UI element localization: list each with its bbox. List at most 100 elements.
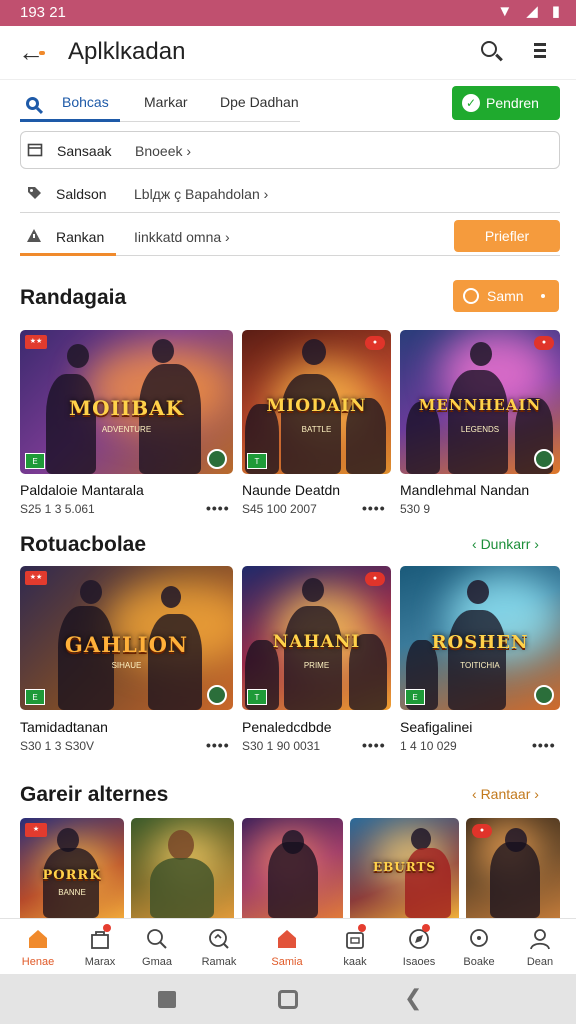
filter-row-saldson[interactable]: Saldson Lblдж ç Bapahdolan ›	[20, 175, 560, 213]
filter-value: Lblдж ç Bapahdolan ›	[134, 186, 269, 202]
see-all-link[interactable]: ‹ Dunkarr ›	[472, 536, 539, 552]
publisher-icon	[534, 685, 554, 705]
game-tile-image[interactable]: ●	[466, 818, 560, 918]
nav-item-henae[interactable]: Henae	[7, 919, 69, 975]
see-all-label: Rantaar	[480, 786, 531, 802]
home-button[interactable]	[278, 990, 298, 1009]
search-icon	[145, 927, 169, 951]
filter-value: Iinkkatd omna ›	[134, 229, 230, 245]
rating-badge: E	[25, 689, 45, 705]
game-tile-image[interactable]	[242, 818, 343, 918]
ribbon-badge: ★★	[25, 571, 47, 585]
more-options-button[interactable]: ••••	[532, 737, 556, 753]
nav-item-dean[interactable]: Dean	[509, 919, 571, 975]
game-meta: S25 1 3 5.061	[20, 502, 95, 516]
more-options-button[interactable]: ••••	[206, 737, 230, 753]
nav-label: Henae	[21, 956, 55, 968]
game-logo-subtext: SIHAUE	[111, 661, 142, 671]
ribbon-badge: ★★	[25, 335, 47, 349]
hot-badge: ●	[534, 336, 554, 350]
system-navigation-bar: ❮	[0, 974, 576, 1024]
chevron-left-icon: ‹	[472, 786, 477, 802]
search-button[interactable]	[478, 38, 506, 66]
more-menu-button[interactable]	[534, 40, 554, 62]
game-card-image[interactable]: GAHLION SIHAUE ★★ E	[20, 566, 233, 710]
rating-badge: T	[247, 689, 267, 705]
tab-dpe-dadhan[interactable]: Dpe Dadhan	[220, 92, 299, 122]
battery-icon: ▮	[551, 3, 560, 20]
status-icons: ▼ ◢ ▮	[497, 3, 560, 21]
alert-icon	[26, 228, 42, 244]
back-button[interactable]: ←	[18, 36, 54, 70]
filter-row-rankan[interactable]: Rankan Iinkkatd omna › Priefler	[20, 218, 560, 256]
game-logo-text: EBURTS	[372, 860, 437, 874]
nav-item-isaoes[interactable]: Isaoes	[388, 919, 450, 975]
publisher-icon	[207, 449, 227, 469]
game-logo-subtext: PRIME	[303, 661, 330, 671]
hot-badge: ●	[472, 824, 492, 838]
game-tile-image[interactable]: PORRK BANNE ★	[20, 818, 124, 918]
status-bar: 193 21 ▼ ◢ ▮	[0, 0, 576, 26]
nav-item-marax[interactable]: Marax	[69, 919, 131, 975]
game-logo-text: GAHLION	[64, 632, 189, 658]
nav-label: Dean	[526, 956, 554, 968]
game-title[interactable]: Naunde Deatdn	[242, 482, 340, 498]
section-title-randagaia: Randagaia	[20, 286, 127, 309]
nav-label: Boake	[463, 956, 495, 968]
tab-bohcas[interactable]: Bohcas	[20, 92, 120, 122]
more-options-button[interactable]: ••••	[362, 500, 386, 516]
game-tile-image[interactable]: EBURTS	[350, 818, 459, 918]
game-card-image[interactable]: ROSHEN TOITICHIA E	[400, 566, 560, 710]
filter-value: Bnoeek ›	[135, 143, 192, 159]
game-logo-subtext: BATTLE	[301, 425, 332, 435]
game-logo-text: MENNHEAIN	[418, 396, 542, 415]
game-title[interactable]: Penaledcdbde	[242, 719, 332, 735]
game-title[interactable]: Seafigalinei	[400, 719, 472, 735]
game-card-image[interactable]: NAHANI PRIME ● T	[242, 566, 391, 710]
nav-label: Ramak	[201, 956, 237, 968]
game-tile-image[interactable]	[131, 818, 234, 918]
publisher-icon	[534, 449, 554, 469]
status-time: 193 21	[20, 4, 66, 21]
filter-label: Saldson	[56, 186, 107, 202]
more-options-button[interactable]: ••••	[206, 500, 230, 516]
see-all-label: Dunkarr	[480, 536, 531, 552]
samn-button[interactable]: Samn	[453, 280, 559, 312]
game-meta: 530 9	[400, 502, 431, 516]
game-meta: S30 1 3 S30V	[20, 739, 95, 753]
clock-icon	[463, 288, 479, 304]
nav-item-kaak[interactable]: kaak	[324, 919, 386, 975]
game-card-image[interactable]: MOIIBAK ADVENTURE ★★ E	[20, 330, 233, 474]
filter-row-sansaak[interactable]: Sansaak Bnoeek ›	[20, 131, 560, 169]
app-bar: ← Aplklĸadan	[0, 26, 576, 80]
search-icon	[26, 97, 44, 115]
nav-item-boake[interactable]: Boake	[448, 919, 510, 975]
game-title[interactable]: Tamidadtanan	[20, 719, 108, 735]
nav-label: Marax	[84, 956, 116, 968]
game-logo-text: MIODAIN	[266, 396, 367, 417]
pendren-button[interactable]: ✓ Pendren	[452, 86, 560, 120]
game-meta: S30 1 90 0031	[242, 739, 321, 753]
nav-label: Isaoes	[402, 956, 436, 968]
back-nav-button[interactable]: ❮	[404, 985, 422, 1011]
recents-button[interactable]	[158, 991, 176, 1008]
nav-item-ramak[interactable]: Ramak	[188, 919, 250, 975]
nav-item-samia[interactable]: Samia	[256, 919, 318, 975]
notification-dot	[358, 924, 366, 932]
priefler-button[interactable]: Priefler	[454, 220, 560, 252]
game-logo-text: ROSHEN	[431, 632, 529, 654]
tab-markar[interactable]: Markar	[144, 92, 188, 122]
see-all-link[interactable]: ‹ Rantaar ›	[472, 786, 539, 802]
rating-badge: E	[405, 689, 425, 705]
hot-badge: ●	[365, 336, 385, 350]
tab-label: Dpe Dadhan	[220, 94, 299, 110]
nav-item-gmaa[interactable]: Gmaa	[126, 919, 188, 975]
game-title[interactable]: Paldaloie Mantarala	[20, 482, 144, 498]
home-red-icon	[275, 927, 299, 951]
game-card-image[interactable]: MENNHEAIN LEGENDS ●	[400, 330, 560, 474]
game-logo-subtext: BANNE	[58, 888, 86, 897]
game-title[interactable]: Mandlehmal Nandan	[400, 482, 529, 498]
game-logo-subtext: TOITICHIA	[460, 661, 500, 671]
more-options-button[interactable]: ••••	[362, 737, 386, 753]
game-card-image[interactable]: MIODAIN BATTLE ● T	[242, 330, 391, 474]
